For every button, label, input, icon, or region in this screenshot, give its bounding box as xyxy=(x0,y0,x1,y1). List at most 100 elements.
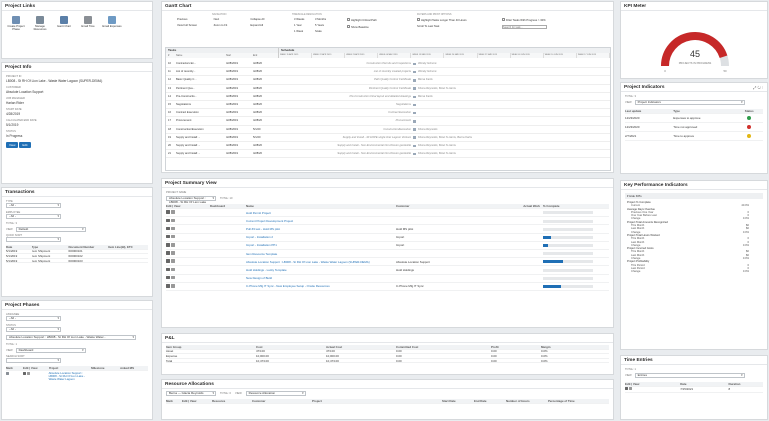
task-bar[interactable] xyxy=(413,70,416,74)
task-bar[interactable] xyxy=(413,103,416,107)
gantt-task-row[interactable]: 16 Contract Execution 4/28/2019 4/28/20 Cont… xyxy=(166,109,610,118)
view-icon[interactable] xyxy=(171,259,175,263)
scale-1-week[interactable]: 1 Week xyxy=(294,30,315,33)
highlight-long-tasks[interactable]: Highlight Tasks Longer Than 40 Hours xyxy=(417,18,502,22)
table-row[interactable]: Import - Installation 2 Import xyxy=(166,234,609,242)
scroll-last-task[interactable]: Scroll To Last Task xyxy=(417,25,502,29)
edit-icon[interactable] xyxy=(23,371,27,375)
task-bar[interactable] xyxy=(413,111,416,115)
gantt-expand-all[interactable]: Expand All xyxy=(250,24,287,27)
summary-name[interactable]: Import - Installation PP1 xyxy=(246,243,396,247)
edit-icon[interactable] xyxy=(166,251,170,255)
table-row[interactable]: 12/23/2020 Time not approved xyxy=(625,123,763,132)
gantt-search-input[interactable] xyxy=(502,25,547,29)
table-row[interactable]: In Phone Mfg IT Sync - New Employee Setu… xyxy=(166,283,609,291)
gantt-previous[interactable]: Previous xyxy=(177,18,214,21)
gantt-task-row[interactable]: 19 Supply and Install ... 4/28/2019 5/1/20 S… xyxy=(166,134,610,142)
resources-view-select[interactable]: Resource Allocation xyxy=(245,391,306,396)
view-icon[interactable] xyxy=(27,371,31,375)
view-icon[interactable] xyxy=(171,267,175,272)
time-view-select[interactable]: Entries xyxy=(634,373,745,378)
task-bar[interactable] xyxy=(413,95,416,99)
view-icon[interactable] xyxy=(171,243,175,247)
task-bar[interactable] xyxy=(413,79,416,82)
table-row[interactable]: Item Resource Template xyxy=(166,250,609,259)
edit-button[interactable]: Edit xyxy=(19,142,31,148)
table-row[interactable]: Hold Permit Project xyxy=(166,209,609,218)
phase-project-select[interactable]: Absolute Location Support : LB008 - St R… xyxy=(6,335,136,340)
checkbox-icon[interactable] xyxy=(6,371,9,375)
quick-sort-select[interactable] xyxy=(6,237,61,242)
edit-icon[interactable] xyxy=(166,259,170,263)
phases-view-select[interactable]: Dashboard xyxy=(15,348,86,353)
edit-icon[interactable] xyxy=(166,284,170,288)
view-icon[interactable] xyxy=(171,226,175,231)
task-bar[interactable] xyxy=(413,152,416,156)
type-select[interactable]: - All - xyxy=(6,203,61,208)
summary-name[interactable]: Import - Installation 2 xyxy=(246,235,396,239)
gantt-task-row[interactable]: 18 Construction/Execution 4/28/2019 5/1/20 C… xyxy=(166,126,610,134)
gantt-zoom-fit[interactable]: Zoom to Fit xyxy=(214,24,251,27)
link-create-phase[interactable]: Create Project Phase xyxy=(6,16,26,31)
project-name-filter[interactable]: Absolute Location Support : LB008 - St R… xyxy=(166,196,216,203)
summary-name[interactable]: Hold Holdings - Lucky Template xyxy=(246,268,396,272)
view-icon[interactable] xyxy=(171,218,175,223)
view-button[interactable]: View xyxy=(6,142,19,148)
checkbox-icon[interactable] xyxy=(502,18,505,21)
edit-icon[interactable] xyxy=(166,218,170,223)
task-bar[interactable] xyxy=(413,120,416,123)
summary-name[interactable]: Hold Permit Project xyxy=(246,211,396,215)
summary-name[interactable]: New Design of Build xyxy=(246,276,396,280)
view-icon[interactable] xyxy=(629,387,632,391)
edit-icon[interactable] xyxy=(166,267,170,272)
scale-1-year[interactable]: 1 Year xyxy=(294,24,315,27)
table-row[interactable]: 2/7/2021 Time to approve xyxy=(625,132,763,141)
summary-name[interactable]: Pull #3 test - Hold MS pilot xyxy=(246,227,396,231)
table-row[interactable]: 12/23/2020 Expenses to approve xyxy=(625,114,763,123)
gantt-task-row[interactable]: 20 Supply and Install ... 4/28/2019 4/28/20… xyxy=(166,142,610,151)
view-icon[interactable] xyxy=(171,251,175,255)
table-row[interactable]: New Design of Build xyxy=(166,275,609,283)
edit-icon[interactable] xyxy=(166,275,170,280)
gantt-collapse-all[interactable]: Collapse All xyxy=(250,18,287,21)
scale-3-months[interactable]: 3 Months xyxy=(315,18,336,21)
filter-progress[interactable]: Filter Tasks With Progress > 30% xyxy=(502,18,612,22)
edit-icon[interactable] xyxy=(166,243,170,247)
checkbox-icon[interactable] xyxy=(347,25,350,28)
table-row[interactable]: Current Project Development Project xyxy=(166,217,609,226)
edit-icon[interactable] xyxy=(166,226,170,231)
table-row[interactable]: Hold Holdings - Lucky Template Hold Holdi… xyxy=(166,266,609,275)
checkbox-icon[interactable] xyxy=(417,18,420,21)
view-icon[interactable] xyxy=(171,210,175,214)
table-row[interactable]: Import - Installation PP1 Import xyxy=(166,242,609,250)
gantt-next[interactable]: Next xyxy=(214,18,251,21)
refresh-icon[interactable]: ↻ xyxy=(758,85,761,90)
summary-name[interactable]: Current Project Development Project xyxy=(246,219,396,223)
table-row[interactable]: Pull #3 test - Hold MS pilot Hold MS pilo… xyxy=(166,225,609,234)
view-select[interactable]: Default xyxy=(15,227,86,232)
link-manage-resources[interactable]: Manage Resources xyxy=(30,16,50,31)
view-icon[interactable] xyxy=(171,234,175,239)
gantt-task-row[interactable]: 13 Pertinent Qua... 4/28/2019 4/28/20 Pertin… xyxy=(166,85,610,93)
summary-name[interactable]: Item Resource Template xyxy=(246,252,396,256)
table-row[interactable]: 5/1/2019 Item Shipment ID0000103 xyxy=(6,259,148,264)
link-gantt-chart[interactable]: Gantt Chart xyxy=(54,16,74,31)
indicators-view-select[interactable]: Project Indicators xyxy=(634,100,745,105)
link-email-time[interactable]: Email Time xyxy=(78,16,98,31)
table-row[interactable]: Absolute Location Support : LB008 - St R… xyxy=(166,258,609,267)
phases-search-select[interactable] xyxy=(6,358,61,363)
table-row[interactable]: 7/15/2021 8 xyxy=(625,387,763,393)
link-email-expenses[interactable]: Email Expenses xyxy=(102,16,122,31)
more-icon[interactable]: ⋮ xyxy=(762,85,763,90)
edit-icon[interactable] xyxy=(166,210,170,214)
task-bar[interactable] xyxy=(413,128,416,131)
gantt-task-row[interactable]: 10 Contractors En... 4/28/2019 4/28/20 Const… xyxy=(166,60,610,69)
gantt-task-row[interactable]: 17 Procurement 4/28/2019 4/28/20 Procurement xyxy=(166,117,610,126)
show-baseline[interactable]: Show Baseline xyxy=(347,25,417,29)
table-row[interactable]: Absolute Location Support : LB008 - St R… xyxy=(6,371,148,381)
view-icon[interactable] xyxy=(171,275,175,280)
expand-icon[interactable]: ⤢ xyxy=(753,85,756,90)
view-icon[interactable] xyxy=(171,284,175,288)
summary-name[interactable]: Absolute Location Support : LB008 - St R… xyxy=(246,260,396,264)
edit-icon[interactable] xyxy=(166,234,170,239)
